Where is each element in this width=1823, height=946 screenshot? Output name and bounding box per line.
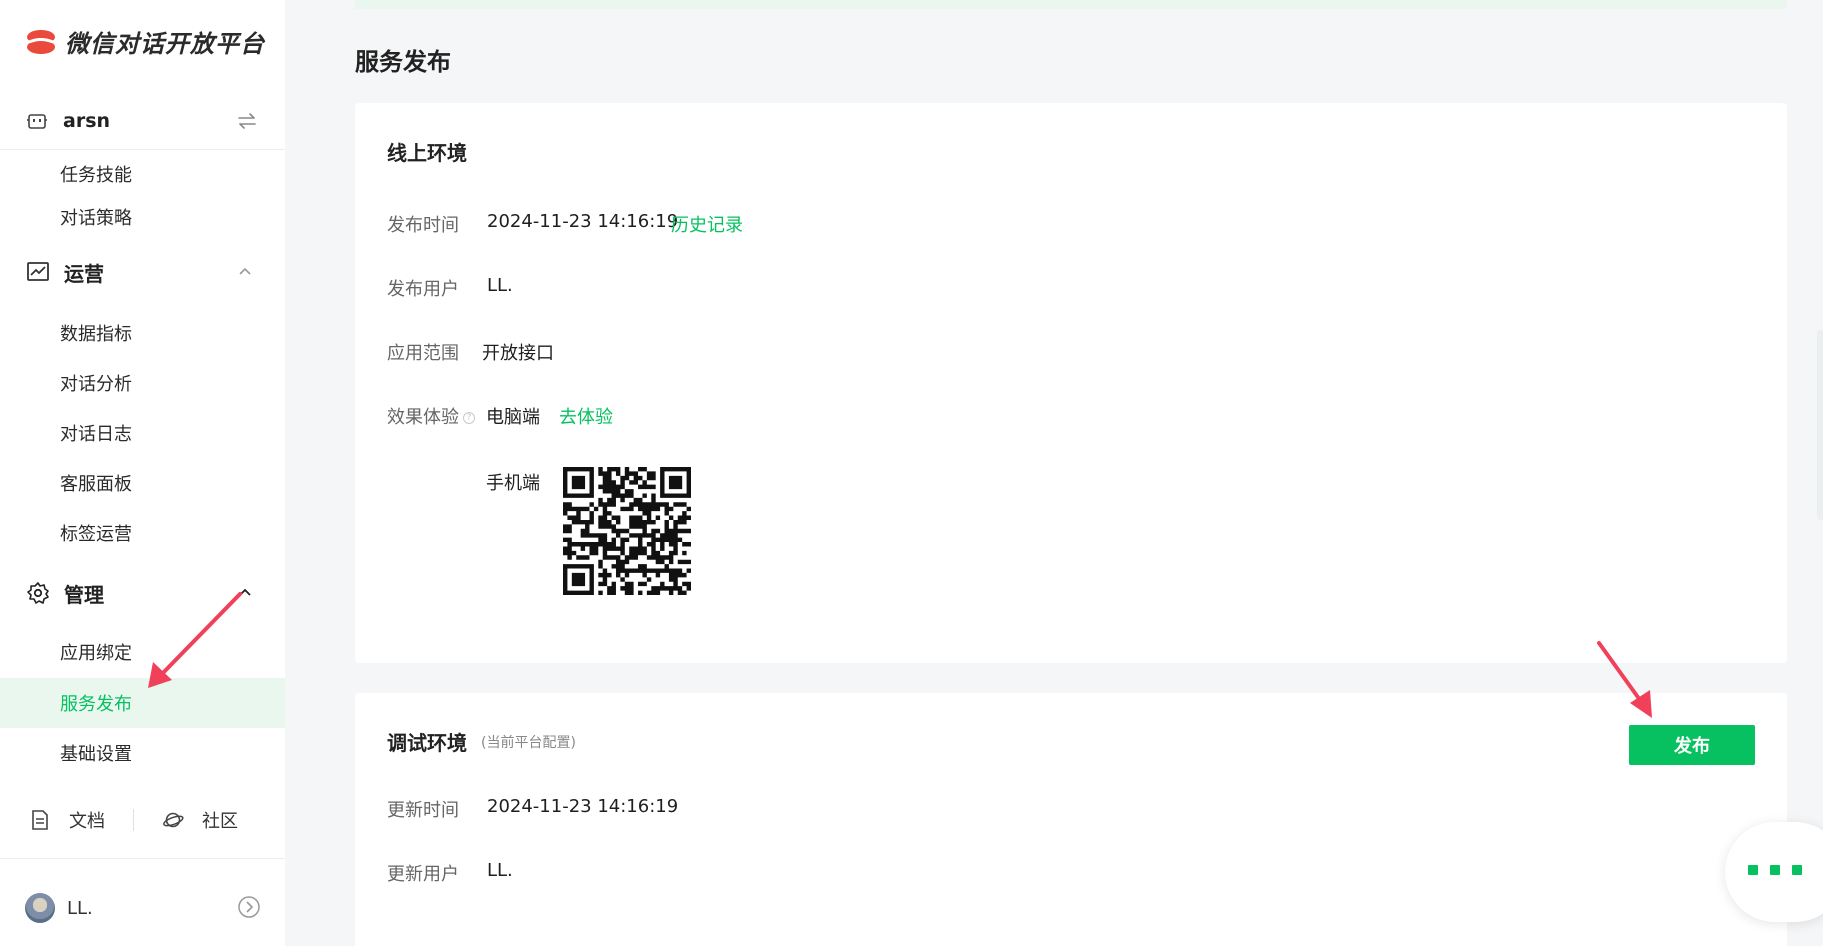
chat-widget-button[interactable] — [1725, 822, 1823, 922]
debug-environment-note: (当前平台配置) — [481, 735, 576, 751]
community-label: 社区 — [202, 811, 238, 832]
sidebar-group-label: 管理 — [64, 582, 104, 607]
sidebar-item-basic-settings[interactable]: 基础设置 — [0, 728, 285, 778]
top-banner-strip — [355, 0, 1787, 9]
publish-user-value: LL. — [487, 275, 513, 296]
right-edge-handle[interactable] — [1817, 330, 1823, 520]
sidebar-group-management[interactable]: 管理 — [0, 568, 285, 618]
publish-time-value: 2024-11-23 14:16:19 — [487, 211, 679, 232]
app-logo[interactable]: 微信对话开放平台 — [25, 24, 265, 59]
app-title: 微信对话开放平台 — [65, 30, 265, 58]
pc-label: 电脑端 — [486, 407, 540, 428]
sidebar-item-dialog-logs[interactable]: 对话日志 — [0, 408, 285, 458]
sidebar-item-label: 对话策略 — [60, 208, 132, 229]
sidebar: 微信对话开放平台 arsn 任务技能 对话策略 运营 数据指标 对话分析 对话日… — [0, 0, 285, 946]
publish-time-label: 发布时间 — [387, 215, 459, 236]
docs-link[interactable]: 文档 — [29, 807, 105, 833]
sidebar-item-service-publish[interactable]: 服务发布 — [0, 678, 285, 728]
more-dots-icon — [1748, 865, 1814, 875]
experience-label-wrap: 效果体验? — [387, 403, 475, 429]
online-environment-title: 线上环境 — [387, 141, 467, 165]
bot-switcher[interactable]: arsn — [0, 92, 285, 150]
sidebar-item-label: 基础设置 — [60, 744, 132, 765]
debug-environment-title: 调试环境 — [387, 731, 467, 755]
chevron-up-icon[interactable] — [235, 582, 255, 602]
page-title: 服务发布 — [355, 48, 451, 76]
footer-divider — [133, 809, 134, 831]
update-time-value: 2024-11-23 14:16:19 — [487, 796, 679, 817]
sidebar-item-label: 数据指标 — [60, 324, 132, 345]
sidebar-item-label: 客服面板 — [60, 474, 132, 495]
avatar — [25, 893, 55, 923]
debug-environment-card: 调试环境 (当前平台配置) 发布 更新时间 2024-11-23 14:16:1… — [355, 693, 1787, 946]
sidebar-item-label: 对话分析 — [60, 374, 132, 395]
update-time-label: 更新时间 — [387, 800, 459, 821]
sidebar-group-operations[interactable]: 运营 — [0, 247, 285, 297]
sidebar-item-label: 标签运营 — [60, 524, 132, 545]
sidebar-item-service-panel[interactable]: 客服面板 — [0, 458, 285, 508]
logo-icon — [27, 29, 55, 54]
chart-icon — [27, 262, 49, 281]
document-icon — [32, 810, 48, 830]
bot-name: arsn — [63, 109, 111, 132]
gear-icon — [27, 582, 49, 604]
community-link[interactable]: 社区 — [162, 807, 238, 833]
experience-label: 效果体验 — [387, 407, 459, 428]
sidebar-item-label: 服务发布 — [60, 694, 132, 715]
sidebar-divider — [0, 858, 285, 859]
update-user-label: 更新用户 — [387, 864, 459, 885]
sidebar-item-dialog-analysis[interactable]: 对话分析 — [0, 358, 285, 408]
publish-user-label: 发布用户 — [387, 279, 459, 300]
sidebar-item-label: 应用绑定 — [60, 643, 132, 664]
scope-label: 应用范围 — [387, 343, 459, 364]
publish-button[interactable]: 发布 — [1629, 725, 1755, 765]
sidebar-item-dialog-strategy[interactable]: 对话策略 — [0, 192, 285, 242]
swap-icon[interactable] — [236, 110, 258, 132]
scope-value: 开放接口 — [482, 343, 554, 364]
sidebar-group-label: 运营 — [64, 261, 104, 286]
history-link[interactable]: 历史记录 — [671, 211, 743, 237]
try-experience-link[interactable]: 去体验 — [559, 403, 613, 429]
user-name: LL. — [67, 897, 93, 919]
docs-label: 文档 — [69, 811, 105, 832]
chevron-up-icon[interactable] — [235, 261, 255, 281]
robot-icon — [27, 113, 47, 129]
user-account[interactable]: LL. — [0, 880, 285, 936]
planet-icon — [163, 812, 184, 828]
sidebar-item-metrics[interactable]: 数据指标 — [0, 308, 285, 358]
sidebar-item-label: 对话日志 — [60, 424, 132, 445]
qr-code — [563, 467, 691, 595]
sidebar-footer-links: 文档 社区 — [0, 792, 285, 848]
mobile-label: 手机端 — [486, 473, 540, 494]
online-environment-card: 线上环境 发布时间 2024-11-23 14:16:19 历史记录 发布用户 … — [355, 103, 1787, 663]
sidebar-item-app-binding[interactable]: 应用绑定 — [0, 627, 285, 677]
sidebar-item-label: 任务技能 — [60, 165, 132, 186]
sidebar-item-tag-operations[interactable]: 标签运营 — [0, 508, 285, 558]
info-icon[interactable]: ? — [463, 412, 475, 424]
update-user-value: LL. — [487, 860, 513, 881]
chevron-right-circle-icon[interactable] — [237, 895, 261, 919]
